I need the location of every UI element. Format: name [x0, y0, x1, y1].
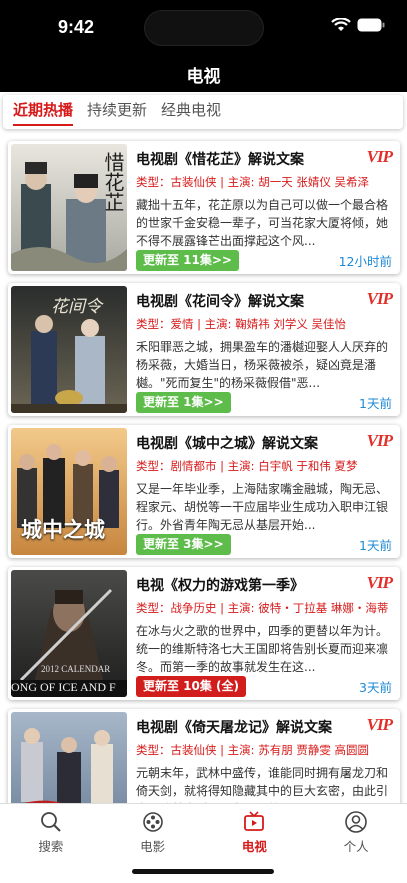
user-icon [344, 810, 368, 836]
status-icons [331, 18, 385, 32]
poster-title-text: 城中之城 [21, 517, 105, 542]
category-tabs: 近期热播 持续更新 经典电视 [3, 95, 403, 129]
item-description: 又是一年毕业季，上海陆家嘴金融城，陶无忌、程家元、胡悦等一干应届毕业生成功入职申… [136, 482, 389, 532]
item-meta: 类型：古装仙侠 | 主演: 胡一天 张婧仪 吴希泽 [136, 175, 370, 189]
update-badge[interactable]: 更新至 1集>> [136, 392, 231, 413]
nav-label: 个人 [343, 839, 369, 854]
vip-badge: VIP [366, 715, 393, 734]
status-and-header: 9:42 电视 [0, 0, 407, 92]
item-title[interactable]: 电视《权力的游戏第一季》 [136, 575, 304, 595]
list-item[interactable]: 2012 CALENDAR ONG OF ICE AND F 电视《权力的游戏第… [8, 567, 400, 700]
nav-profile[interactable]: 个人 [305, 804, 407, 883]
item-description: 藏拙十五年，花芷原以为自己可以做一个最合格的世家千金安稳一辈子，可当花家大厦将倾… [136, 198, 389, 248]
poster-image [11, 712, 127, 803]
status-time: 9:42 [58, 17, 95, 37]
update-time: 1天前 [359, 538, 392, 553]
nav-label: 搜索 [38, 839, 64, 854]
wifi-icon [331, 18, 351, 32]
update-badge[interactable]: 更新至 10集 (全) [136, 676, 247, 697]
dynamic-island [144, 10, 264, 46]
poster-title-text: ONG OF ICE AND F [11, 680, 116, 694]
item-description: 禾阳罪恶之城，拥果盈车的潘樾迎娶人人厌弃的杨采薇，大婚当日，杨采薇被杀，疑凶竟是… [136, 340, 389, 390]
item-meta: 类型：古装仙侠 | 主演: 苏有朋 贾静雯 高圆圆 [136, 743, 370, 757]
item-title[interactable]: 电视剧《花间令》解说文案 [136, 291, 304, 311]
tab-classic[interactable]: 经典电视 [161, 95, 221, 129]
search-icon [39, 810, 63, 836]
tab-ongoing[interactable]: 持续更新 [87, 95, 147, 129]
item-title[interactable]: 电视剧《惜花芷》解说文案 [136, 149, 304, 169]
item-description: 在冰与火之歌的世界中，四季的更替以年为计。统一的维斯特洛七大王国即将告别长夏而迎… [136, 624, 389, 674]
tv-icon [242, 810, 266, 836]
update-time: 3天前 [359, 680, 392, 695]
nav-label: 电影 [140, 839, 166, 854]
home-indicator[interactable] [132, 869, 274, 874]
tv-list[interactable]: 惜花芷 电视剧《惜花芷》解说文案 VIP 类型：古装仙侠 | 主演: 胡一天 张… [0, 138, 407, 803]
item-description: 元朝末年，武林中盛传，谁能同时拥有屠龙刀和倚天剑，就将得知隐藏其中的巨大玄密，由… [136, 766, 389, 803]
item-title[interactable]: 电视剧《城中之城》解说文案 [136, 433, 318, 453]
item-meta: 类型：爱情 | 主演: 鞠婧祎 刘学义 吴佳怡 [136, 317, 347, 331]
vip-badge: VIP [366, 147, 393, 166]
poster-calendar-text: 2012 CALENDAR [41, 664, 111, 674]
list-item[interactable]: 电视剧《倚天屠龙记》解说文案 VIP 类型：古装仙侠 | 主演: 苏有朋 贾静雯… [8, 709, 400, 803]
nav-search[interactable]: 搜索 [0, 804, 102, 883]
list-item[interactable]: 惜花芷 电视剧《惜花芷》解说文案 VIP 类型：古装仙侠 | 主演: 胡一天 张… [8, 141, 400, 274]
tab-recent-hot[interactable]: 近期热播 [13, 95, 74, 129]
poster-title-text: 惜花芷 [101, 152, 125, 212]
vip-badge: VIP [366, 573, 393, 592]
item-meta: 类型：战争历史 | 主演: 彼特・丁拉基 琳娜・海蒂 [136, 601, 389, 615]
item-meta: 类型：剧情都市 | 主演: 白宇帆 于和伟 夏梦 [136, 459, 358, 473]
poster-image: 惜花芷 [11, 144, 127, 271]
poster-image: 2012 CALENDAR ONG OF ICE AND F [11, 570, 127, 697]
poster-image: 花间令 [11, 286, 127, 413]
poster-title-text: 花间令 [51, 297, 102, 317]
update-time: 1天前 [359, 396, 392, 411]
poster-image: 城中之城 [11, 428, 127, 555]
item-title[interactable]: 电视剧《倚天屠龙记》解说文案 [136, 717, 332, 737]
update-badge[interactable]: 更新至 3集>> [136, 534, 231, 555]
vip-badge: VIP [366, 431, 393, 450]
update-badge[interactable]: 更新至 11集>> [136, 250, 239, 271]
film-reel-icon [141, 810, 165, 836]
update-time: 12小时前 [338, 254, 392, 269]
nav-label: 电视 [241, 839, 267, 854]
battery-icon [357, 18, 385, 32]
vip-badge: VIP [366, 289, 393, 308]
page-title: 电视 [186, 67, 221, 87]
list-item[interactable]: 花间令 电视剧《花间令》解说文案 VIP 类型：爱情 | 主演: 鞠婧祎 刘学义… [8, 283, 400, 416]
list-item[interactable]: 城中之城 电视剧《城中之城》解说文案 VIP 类型：剧情都市 | 主演: 白宇帆… [8, 425, 400, 558]
